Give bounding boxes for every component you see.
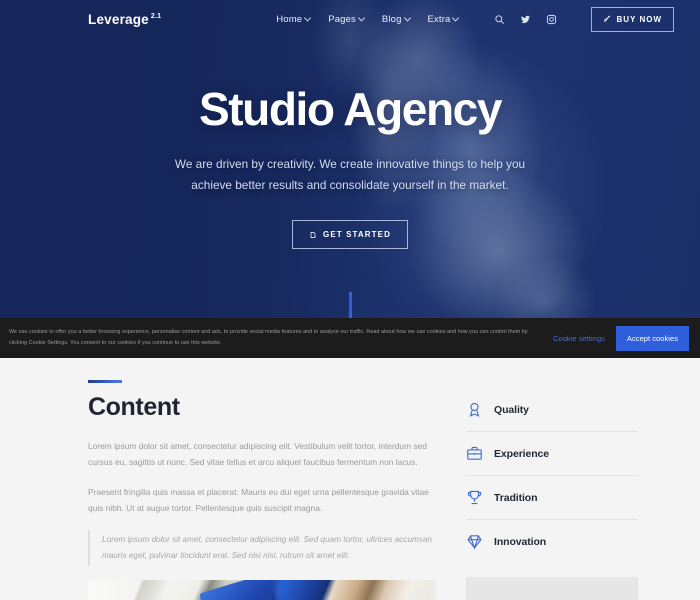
get-started-button[interactable]: GET STARTED (292, 220, 408, 250)
avatar (532, 591, 572, 600)
get-started-label: GET STARTED (323, 230, 391, 240)
section-accent-bar (88, 380, 122, 383)
buy-now-button[interactable]: BUY NOW (591, 6, 674, 32)
feature-item-innovation[interactable]: Innovation (466, 519, 638, 563)
nav-item-pages[interactable]: Pages (328, 13, 365, 25)
trophy-icon (467, 490, 482, 505)
feature-label: Quality (494, 403, 529, 416)
nav-label: Home (276, 13, 303, 25)
content-main-column: Content Lorem ipsum dolor sit amet, cons… (88, 380, 436, 600)
nav-item-extra[interactable]: Extra (427, 13, 460, 25)
logo-text: Leverage (88, 11, 149, 27)
cookie-message: We use cookies to offer you a better bro… (9, 329, 528, 346)
twitter-icon[interactable] (520, 14, 531, 25)
chevron-down-icon (403, 13, 411, 22)
briefcase-icon (467, 446, 482, 460)
feature-label: Tradition (494, 491, 538, 504)
site-header: Leverage 2.1 Home Pages Blog Extra BUY N… (0, 0, 700, 38)
site-logo[interactable]: Leverage 2.1 (88, 12, 161, 27)
cookie-settings-link[interactable]: Cookie settings (553, 334, 605, 343)
content-section: Content Lorem ipsum dolor sit amet, cons… (0, 358, 700, 600)
nav-item-home[interactable]: Home (276, 13, 312, 25)
avatar-card (466, 577, 638, 600)
main-navigation: Home Pages Blog Extra BUY NOW (276, 6, 674, 32)
instagram-icon[interactable] (546, 14, 557, 25)
buy-now-label: BUY NOW (616, 14, 662, 24)
content-blockquote: Lorem ipsum dolor sit amet, consectetur … (88, 529, 436, 566)
content-paragraph-2: Praesent fringilla quis massa et placera… (88, 486, 429, 514)
chevron-down-icon (304, 13, 312, 22)
header-icon-group (494, 14, 557, 25)
accept-cookies-button[interactable]: Accept cookies (615, 325, 689, 351)
search-icon[interactable] (494, 14, 505, 25)
content-image-vr-headset (88, 579, 436, 600)
award-ribbon-icon (469, 402, 480, 417)
nav-label: Pages (328, 13, 356, 25)
nav-item-blog[interactable]: Blog (381, 13, 411, 25)
scroll-indicator (348, 292, 352, 318)
content-paragraph-1: Lorem ipsum dolor sit amet, consectetur … (88, 441, 427, 468)
chevron-down-icon (452, 13, 460, 22)
feature-item-quality[interactable]: Quality (466, 388, 638, 431)
feature-list: Quality Experience Tradition Innovation (466, 380, 638, 600)
logo-version: 2.1 (150, 13, 162, 20)
feature-item-tradition[interactable]: Tradition (466, 475, 638, 519)
hero-subtitle: We are driven by creativity. We create i… (174, 157, 526, 192)
play-icon (310, 231, 316, 238)
page-title: Content (88, 393, 180, 421)
cookie-consent-banner: We use cookies to offer you a better bro… (0, 318, 700, 358)
hero-section: Leverage 2.1 Home Pages Blog Extra BUY N… (0, 0, 700, 318)
chevron-down-icon (357, 13, 365, 22)
hero-title: Studio Agency (198, 83, 503, 135)
diamond-icon (467, 535, 482, 550)
nav-label: Extra (427, 13, 451, 25)
nav-label: Blog (381, 13, 402, 25)
rocket-icon (604, 15, 611, 22)
feature-label: Innovation (494, 535, 547, 548)
feature-label: Experience (494, 447, 550, 460)
feature-item-experience[interactable]: Experience (466, 431, 638, 475)
